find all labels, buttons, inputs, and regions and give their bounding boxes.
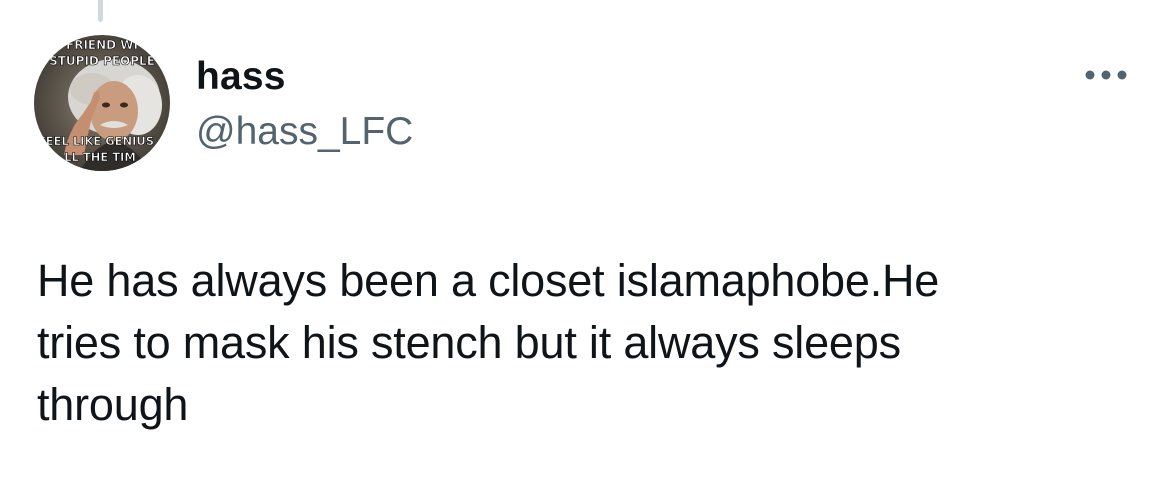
avatar-meme-text-top2: STUPID PEOPLE	[49, 54, 155, 68]
more-horizontal-icon	[1085, 70, 1127, 80]
avatar[interactable]: FRIEND WI STUPID PEOPLE FEEL LIKE GENIUS…	[34, 35, 170, 171]
more-options-button[interactable]	[1080, 60, 1132, 90]
tweet-text: He has always been a closet islamaphobe.…	[37, 255, 940, 430]
author-handle[interactable]: @hass_LFC	[196, 107, 413, 157]
avatar-meme-text-bottom: FEEL LIKE GENIUS	[38, 134, 154, 148]
avatar-meme-text-top: FRIEND WI	[66, 38, 138, 52]
avatar-meme-image: FRIEND WI STUPID PEOPLE FEEL LIKE GENIUS…	[34, 35, 170, 171]
avatar-meme-text-bottom2: LL THE TIM	[64, 150, 136, 164]
thread-connector-line	[98, 0, 103, 22]
author-display-name[interactable]: hass	[196, 52, 286, 102]
